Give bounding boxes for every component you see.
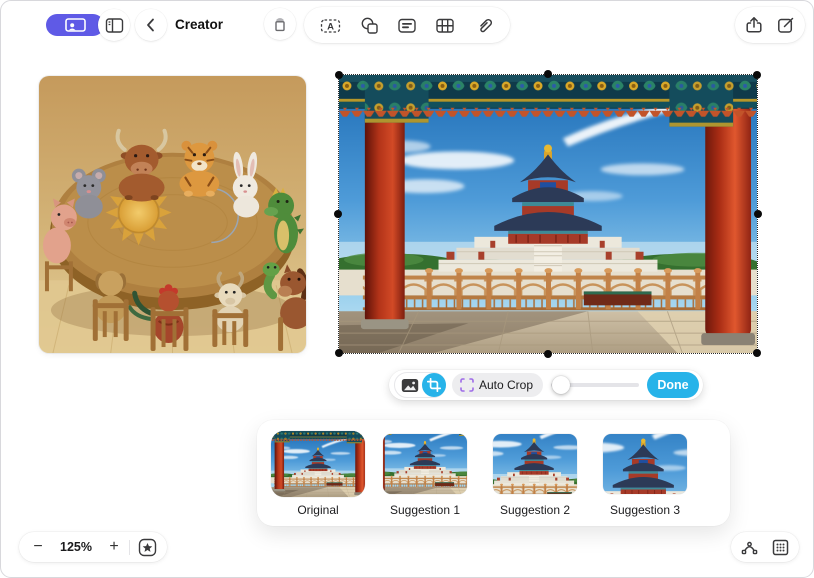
insert-tools-group: A — [304, 7, 510, 43]
crop-toolbar: Auto Crop Done — [389, 370, 703, 400]
image-mode-segment — [394, 372, 446, 398]
attachment-button[interactable] — [472, 13, 496, 37]
auto-crop-label: Auto Crop — [479, 378, 533, 392]
share-button[interactable] — [742, 13, 766, 37]
selection-handle-bottom-right[interactable] — [753, 349, 761, 357]
auto-crop-frame-icon — [460, 378, 474, 392]
connector-tool-button[interactable] — [738, 536, 761, 558]
compose-icon — [776, 15, 796, 35]
screen-share-indicator[interactable] — [46, 14, 104, 36]
connector-icon — [740, 538, 759, 556]
window-actions-group — [735, 7, 805, 43]
zoom-level[interactable]: 125% — [49, 540, 103, 554]
back-button[interactable] — [135, 9, 167, 41]
table-icon — [435, 16, 455, 35]
suggestion-thumbnail[interactable] — [603, 434, 687, 494]
divider — [129, 540, 130, 555]
text-box-button[interactable]: A — [318, 14, 343, 37]
screen-share-icon — [65, 18, 86, 32]
share-icon — [744, 15, 764, 35]
new-board-button[interactable] — [774, 13, 798, 37]
canvas-image-temple[interactable] — [338, 74, 758, 354]
marker-tool-icon — [270, 14, 290, 34]
creator-window: Creator A — [0, 0, 814, 578]
suggestion-label: Suggestion 3 — [610, 503, 680, 517]
auto-crop-button[interactable]: Auto Crop — [452, 373, 543, 397]
draw-tool-button[interactable] — [264, 8, 296, 40]
suggestion-thumbnail[interactable] — [493, 434, 577, 494]
selection-handle-top-right[interactable] — [753, 71, 761, 79]
chevron-left-icon — [142, 16, 160, 34]
suggestion-label: Suggestion 2 — [500, 503, 570, 517]
canvas-tools — [731, 532, 799, 562]
sidebar-toggle-button[interactable] — [98, 9, 130, 41]
slider-knob[interactable] — [552, 376, 570, 394]
selection-handle-bottom-left[interactable] — [335, 349, 343, 357]
attachment-icon — [474, 15, 494, 35]
selection-handle-top-center[interactable] — [544, 70, 552, 78]
suggestion-label: Original — [297, 503, 338, 517]
canvas-image-zodiac[interactable] — [39, 76, 306, 353]
shapes-button[interactable] — [358, 14, 381, 37]
selection-handle-middle-left[interactable] — [334, 210, 342, 218]
crop-icon — [427, 378, 441, 392]
board-title: Creator — [175, 17, 223, 32]
done-button[interactable]: Done — [647, 372, 699, 398]
selection-handle-middle-right[interactable] — [754, 210, 762, 218]
crop-suggestion-original[interactable]: Original — [271, 431, 365, 517]
suggestion-thumbnail[interactable] — [271, 431, 365, 497]
text-box-icon: A — [320, 16, 341, 35]
zoom-controls: − 125% + — [19, 532, 167, 562]
note-button[interactable] — [395, 14, 419, 37]
svg-text:A: A — [327, 21, 334, 32]
crop-suggestion-3[interactable]: Suggestion 3 — [602, 431, 688, 517]
insert-widget-button[interactable] — [136, 536, 159, 559]
crop-suggestions-panel: Original Suggestion 1 Suggestion 2 Sugge… — [257, 420, 730, 526]
zoom-out-button[interactable]: − — [27, 539, 49, 555]
zoom-in-button[interactable]: + — [103, 539, 125, 555]
shapes-icon — [360, 16, 379, 35]
table-button[interactable] — [433, 14, 457, 37]
note-icon — [397, 16, 417, 35]
photo-icon — [401, 378, 419, 393]
sidebar-toggle-icon — [105, 16, 124, 35]
crop-zoom-slider[interactable] — [551, 378, 639, 392]
grid-icon — [771, 538, 790, 557]
suggestion-thumbnail[interactable] — [383, 434, 467, 494]
star-widget-icon — [138, 538, 157, 557]
photo-mode-button[interactable] — [399, 376, 421, 395]
crop-suggestion-2[interactable]: Suggestion 2 — [492, 431, 578, 517]
suggestion-label: Suggestion 1 — [390, 503, 460, 517]
selection-handle-bottom-center[interactable] — [544, 350, 552, 358]
selection-handle-top-left[interactable] — [335, 71, 343, 79]
grid-toggle-button[interactable] — [769, 536, 792, 559]
crop-mode-button[interactable] — [422, 373, 446, 397]
crop-suggestion-1[interactable]: Suggestion 1 — [382, 431, 468, 517]
